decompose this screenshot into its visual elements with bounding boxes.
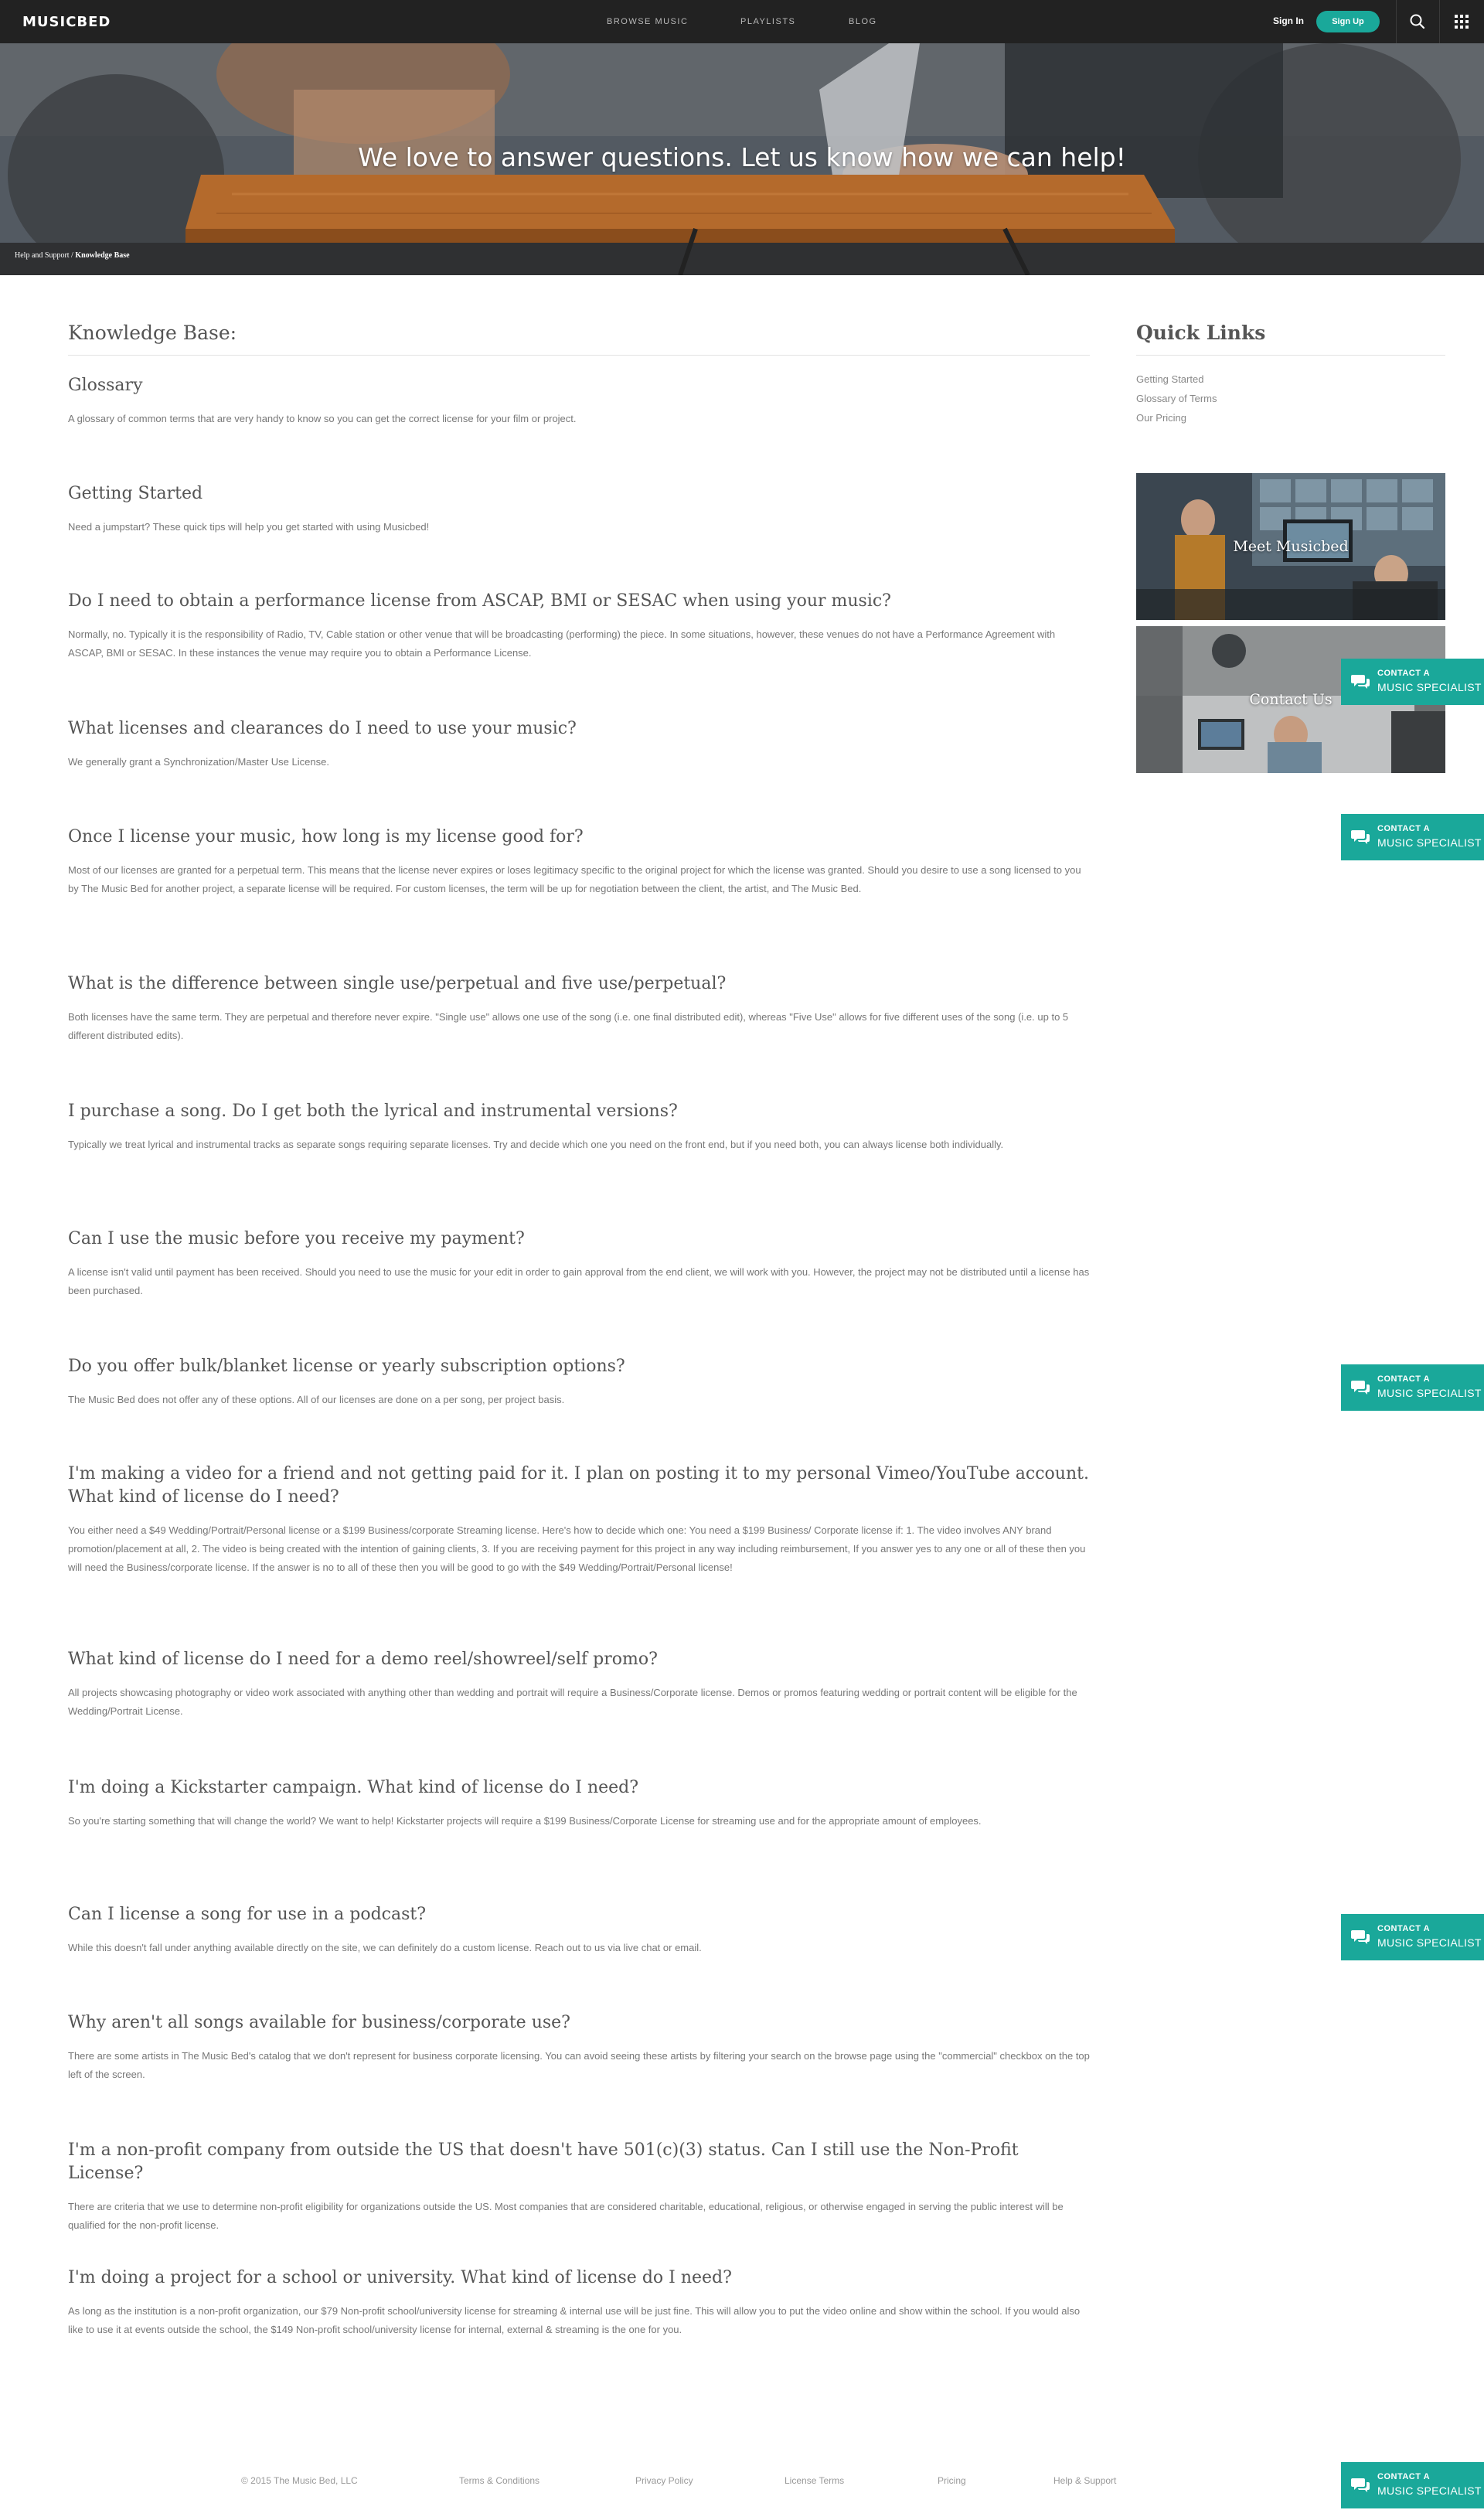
contact-specialist-tab[interactable]: CONTACT A MUSIC SPECIALIST — [1341, 1914, 1484, 1960]
faq-item: What is the difference between single us… — [68, 972, 1090, 1045]
contact-tab-line1: CONTACT A — [1377, 1374, 1431, 1384]
contact-tab-line1: CONTACT A — [1377, 669, 1431, 678]
contact-specialist-tab[interactable]: CONTACT A MUSIC SPECIALIST — [1341, 814, 1484, 860]
contact-specialist-tab[interactable]: CONTACT A MUSIC SPECIALIST — [1341, 1364, 1484, 1411]
chat-bubbles-icon — [1351, 830, 1370, 844]
faq-answer: Normally, no. Typically it is the respon… — [68, 628, 1056, 659]
nav-blog[interactable]: BLOG — [849, 17, 877, 26]
footer-terms-link[interactable]: Terms & Conditions — [459, 2475, 539, 2486]
contact-tab-line2: MUSIC SPECIALIST — [1377, 836, 1482, 849]
footer-help-support-link[interactable]: Help & Support — [1053, 2475, 1116, 2486]
top-nav: MUSICBED BROWSE MUSIC PLAYLISTS BLOG Sig… — [0, 0, 1484, 43]
breadcrumb-help-support[interactable]: Help and Support — [15, 251, 70, 260]
faq-question: Can I license a song for use in a podcas… — [68, 1905, 427, 1924]
faq-answer: Most of our licenses are granted for a p… — [68, 864, 1081, 894]
faq-answer: There are some artists in The Music Bed'… — [68, 2050, 1090, 2080]
hero-title: We love to answer questions. Let us know… — [358, 142, 1126, 172]
footer-privacy-link[interactable]: Privacy Policy — [635, 2475, 693, 2486]
quick-link-glossary[interactable]: Glossary of Terms — [1136, 389, 1445, 408]
breadcrumb: Help and Support / Knowledge Base — [15, 251, 130, 260]
faq-item: Why aren't all songs available for busin… — [68, 2011, 1090, 2084]
knowledge-base-header: Knowledge Base: — [68, 322, 1090, 356]
faq-item: What kind of license do I need for a dem… — [68, 1648, 1090, 1721]
faq-answer: As long as the institution is a non-prof… — [68, 2305, 1081, 2335]
faq-question: I'm a non-profit company from outside th… — [68, 2140, 1019, 2183]
meet-musicbed-label: Meet Musicbed — [1233, 538, 1349, 555]
faq-question: What kind of license do I need for a dem… — [68, 1650, 658, 1669]
breadcrumb-current: Knowledge Base — [75, 251, 130, 260]
quick-link-pricing[interactable]: Our Pricing — [1136, 408, 1445, 427]
faq-item: I'm a non-profit company from outside th… — [68, 2139, 1090, 2235]
faq-item: I'm doing a project for a school or univ… — [68, 2266, 1090, 2339]
faq-answer: A license isn't valid until payment has … — [68, 1266, 1090, 1296]
faq-answer: A glossary of common terms that are very… — [68, 413, 577, 424]
faq-question: I purchase a song. Do I get both the lyr… — [68, 1102, 678, 1121]
faq-item: Glossary A glossary of common terms that… — [68, 374, 1090, 428]
faq-question: Why aren't all songs available for busin… — [68, 2013, 570, 2032]
faq-item: Do I need to obtain a performance licens… — [68, 590, 1090, 662]
faq-answer: You either need a $49 Wedding/Portrait/P… — [68, 1524, 1086, 1573]
meet-musicbed-card[interactable]: Meet Musicbed — [1136, 473, 1445, 620]
faq-answer: While this doesn't fall under anything a… — [68, 1942, 702, 1953]
faq-item: Once I license your music, how long is m… — [68, 826, 1090, 898]
footer-pricing-link[interactable]: Pricing — [938, 2475, 966, 2486]
chat-bubbles-icon — [1351, 1930, 1370, 1944]
faq-question: Do I need to obtain a performance licens… — [68, 591, 891, 611]
footer-license-terms-link[interactable]: License Terms — [785, 2475, 844, 2486]
chat-bubbles-icon — [1351, 675, 1370, 689]
faq-question: Can I use the music before you receive m… — [68, 1229, 525, 1248]
faq-question: What licenses and clearances do I need t… — [68, 719, 577, 738]
nav-playlists[interactable]: PLAYLISTS — [740, 17, 795, 26]
faq-item: Can I use the music before you receive m… — [68, 1228, 1090, 1300]
faq-answer: We generally grant a Synchronization/Mas… — [68, 756, 329, 768]
contact-tab-line2: MUSIC SPECIALIST — [1377, 1387, 1482, 1399]
footer-copyright: © 2015 The Music Bed, LLC — [241, 2475, 358, 2486]
faq-answer: Need a jumpstart? These quick tips will … — [68, 521, 430, 533]
quick-links-title: Quick Links — [1136, 322, 1445, 356]
faq-item: I'm making a video for a friend and not … — [68, 1463, 1090, 1577]
faq-item: What licenses and clearances do I need t… — [68, 717, 1090, 771]
sign-in-link[interactable]: Sign In — [1273, 15, 1304, 26]
faq-answer: There are criteria that we use to determ… — [68, 2201, 1064, 2231]
contact-tab-line2: MUSIC SPECIALIST — [1377, 681, 1482, 693]
faq-question: What is the difference between single us… — [68, 974, 727, 993]
hero-banner: We love to answer questions. Let us know… — [0, 43, 1484, 275]
contact-tab-line1: CONTACT A — [1377, 1924, 1431, 1933]
page-title: Knowledge Base: — [68, 322, 1090, 356]
nav-divider — [1396, 0, 1397, 43]
contact-tab-line1: CONTACT A — [1377, 824, 1431, 833]
faq-question: I'm doing a Kickstarter campaign. What k… — [68, 1778, 639, 1797]
faq-answer: Typically we treat lyrical and instrumen… — [68, 1139, 1004, 1150]
faq-item: Can I license a song for use in a podcas… — [68, 1903, 1090, 1957]
nav-browse-music[interactable]: BROWSE MUSIC — [607, 17, 688, 26]
faq-item: Do you offer bulk/blanket license or yea… — [68, 1355, 1090, 1409]
quick-links-sidebar: Quick Links Getting Started Glossary of … — [1136, 322, 1445, 427]
faq-answer: So you're starting something that will c… — [68, 1815, 982, 1827]
faq-question: I'm doing a project for a school or univ… — [68, 2268, 732, 2287]
footer: © 2015 The Music Bed, LLC Terms & Condit… — [0, 2466, 1484, 2497]
faq-question[interactable]: Glossary — [68, 374, 1090, 397]
chat-bubbles-icon — [1351, 1381, 1370, 1395]
quick-links-list: Getting Started Glossary of Terms Our Pr… — [1136, 370, 1445, 427]
faq-answer: All projects showcasing photography or v… — [68, 1687, 1077, 1717]
search-icon[interactable] — [1407, 11, 1428, 32]
faq-question: Do you offer bulk/blanket license or yea… — [68, 1357, 625, 1376]
faq-question[interactable]: Getting Started — [68, 482, 1090, 506]
contact-specialist-tab[interactable]: CONTACT A MUSIC SPECIALIST — [1341, 659, 1484, 705]
quick-link-getting-started[interactable]: Getting Started — [1136, 370, 1445, 389]
musicbed-logo[interactable]: MUSICBED — [22, 14, 111, 30]
faq-item: Getting Started Need a jumpstart? These … — [68, 482, 1090, 536]
sign-up-button[interactable]: Sign Up — [1316, 11, 1380, 32]
faq-item: I'm doing a Kickstarter campaign. What k… — [68, 1776, 1090, 1831]
faq-answer: Both licenses have the same term. They a… — [68, 1011, 1069, 1041]
contact-tab-line2: MUSIC SPECIALIST — [1377, 1936, 1482, 1949]
faq-answer: The Music Bed does not offer any of thes… — [68, 1394, 565, 1405]
grid-menu-icon[interactable] — [1451, 11, 1472, 32]
nav-divider — [1439, 0, 1440, 43]
faq-question: Once I license your music, how long is m… — [68, 827, 584, 846]
faq-item: I purchase a song. Do I get both the lyr… — [68, 1100, 1090, 1154]
faq-question: I'm making a video for a friend and not … — [68, 1464, 1089, 1507]
